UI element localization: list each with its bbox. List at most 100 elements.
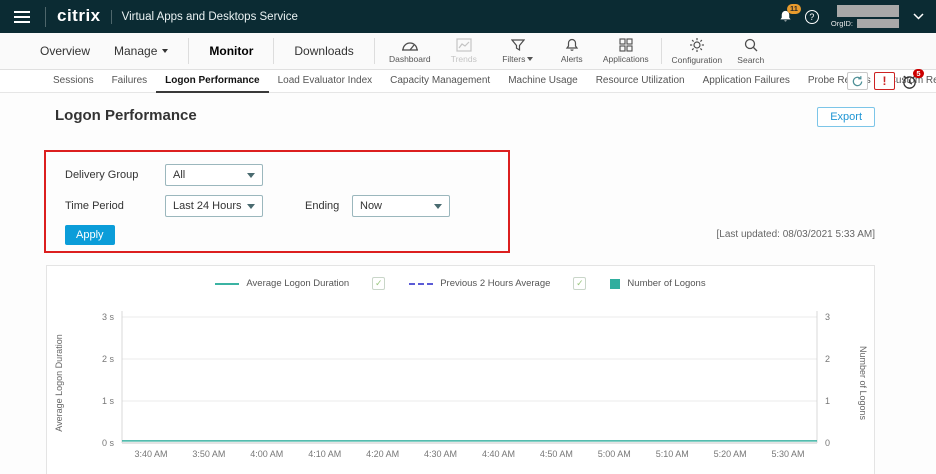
legend-item-average-logon-duration: Average Logon Duration ✓	[215, 277, 399, 290]
monitor-subnav: Sessions Failures Logon Performance Load…	[0, 70, 936, 93]
hamburger-menu-icon[interactable]	[10, 7, 34, 27]
divider	[661, 38, 662, 64]
screen: citrix Virtual Apps and Desktops Service…	[0, 0, 936, 474]
tool-applications[interactable]: Applications	[599, 38, 653, 64]
subtab-resource-utilization[interactable]: Resource Utilization	[587, 70, 694, 93]
tool-search-label: Search	[737, 55, 764, 65]
tool-alerts[interactable]: Alerts	[545, 38, 599, 64]
svg-text:5:00 AM: 5:00 AM	[598, 449, 631, 459]
redacted-org-id	[857, 19, 899, 28]
tool-filters-label: Filters	[502, 54, 525, 64]
svg-text:3: 3	[825, 312, 830, 322]
legend-item-number-of-logons: Number of Logons	[610, 278, 705, 289]
divider	[273, 38, 274, 64]
subtab-load-evaluator-index[interactable]: Load Evaluator Index	[269, 70, 382, 93]
time-period-label: Time Period	[65, 200, 124, 212]
svg-text:4:10 AM: 4:10 AM	[308, 449, 341, 459]
dashboard-gauge-icon	[401, 38, 419, 52]
export-button[interactable]: Export	[817, 107, 875, 127]
svg-text:4:30 AM: 4:30 AM	[424, 449, 457, 459]
tool-filters[interactable]: Filters	[491, 38, 545, 64]
tool-dashboard-label: Dashboard	[389, 54, 431, 64]
alarm-badge: 5	[913, 69, 924, 79]
citrix-logo: citrix	[57, 7, 101, 26]
notifications-button[interactable]: 11	[778, 9, 793, 24]
tool-configuration[interactable]: Configuration	[670, 37, 724, 65]
tab-manage-label: Manage	[114, 33, 157, 69]
svg-text:4:40 AM: 4:40 AM	[482, 449, 515, 459]
tool-search[interactable]: Search	[724, 37, 778, 65]
svg-text:2: 2	[825, 354, 830, 364]
square-swatch-icon	[610, 279, 620, 289]
refresh-icon	[851, 75, 864, 88]
tab-downloads[interactable]: Downloads	[282, 33, 365, 69]
subtab-application-failures[interactable]: Application Failures	[694, 70, 799, 93]
tab-manage[interactable]: Manage	[102, 33, 180, 69]
svg-text:5:20 AM: 5:20 AM	[714, 449, 747, 459]
tab-overview-label: Overview	[40, 33, 90, 69]
alarm-notifications-button[interactable]: 5	[901, 73, 918, 90]
svg-text:3:50 AM: 3:50 AM	[192, 449, 225, 459]
legend-item-previous-2-hours-average: Previous 2 Hours Average ✓	[409, 277, 600, 290]
account-info: OrgID:	[831, 5, 899, 28]
svg-text:2 s: 2 s	[102, 354, 115, 364]
svg-text:4:00 AM: 4:00 AM	[250, 449, 283, 459]
delivery-group-select[interactable]: All	[165, 164, 263, 186]
tab-overview[interactable]: Overview	[28, 33, 102, 69]
line-swatch-icon	[215, 283, 239, 285]
tab-monitor[interactable]: Monitor	[197, 33, 265, 69]
ending-value: Now	[360, 200, 382, 212]
ending-label: Ending	[305, 200, 339, 212]
divider	[188, 38, 189, 64]
tab-monitor-label: Monitor	[209, 33, 253, 69]
svg-text:1: 1	[825, 396, 830, 406]
notification-badge: 11	[787, 4, 801, 14]
chevron-down-icon	[247, 204, 255, 209]
divider	[45, 7, 46, 27]
previous-2-hours-average-checkbox[interactable]: ✓	[573, 277, 586, 290]
search-icon	[743, 37, 759, 53]
average-logon-duration-checkbox[interactable]: ✓	[372, 277, 385, 290]
legend-label: Previous 2 Hours Average	[440, 278, 550, 289]
svg-text:3 s: 3 s	[102, 312, 115, 322]
svg-text:5:30 AM: 5:30 AM	[772, 449, 805, 459]
subtab-logon-performance[interactable]: Logon Performance	[156, 70, 268, 93]
apply-button[interactable]: Apply	[65, 225, 115, 245]
ending-select[interactable]: Now	[352, 195, 450, 217]
delivery-group-label: Delivery Group	[65, 169, 138, 181]
tool-alerts-label: Alerts	[561, 54, 583, 64]
time-period-select[interactable]: Last 24 Hours	[165, 195, 263, 217]
chart-legend: Average Logon Duration ✓ Previous 2 Hour…	[47, 277, 874, 290]
critical-alerts-button[interactable]: !	[874, 72, 895, 90]
svg-text:5:10 AM: 5:10 AM	[656, 449, 689, 459]
logon-performance-chart: 3 s32 s21 s10 s03:40 AM3:50 AM4:00 AM4:1…	[47, 300, 874, 472]
svg-text:3:40 AM: 3:40 AM	[134, 449, 167, 459]
subtab-sessions[interactable]: Sessions	[44, 70, 103, 93]
applications-grid-icon	[619, 38, 633, 52]
svg-text:0 s: 0 s	[102, 438, 115, 448]
filter-funnel-icon	[511, 38, 525, 52]
refresh-button[interactable]	[847, 72, 868, 90]
account-menu-button[interactable]	[911, 11, 926, 22]
chevron-down-icon	[162, 49, 168, 53]
dashed-line-swatch-icon	[409, 283, 433, 285]
tool-dashboard[interactable]: Dashboard	[383, 38, 437, 64]
service-title: Virtual Apps and Desktops Service	[122, 11, 298, 23]
chevron-down-icon	[527, 57, 533, 61]
svg-text:0: 0	[825, 438, 830, 448]
content: Logon Performance Export Delivery Group …	[0, 93, 936, 474]
main-nav: Overview Manage Monitor Downloads Dashbo…	[0, 33, 936, 70]
tab-downloads-label: Downloads	[294, 33, 353, 69]
svg-text:4:50 AM: 4:50 AM	[540, 449, 573, 459]
legend-label: Number of Logons	[627, 278, 705, 289]
subtab-failures[interactable]: Failures	[103, 70, 157, 93]
trends-chart-icon	[456, 38, 472, 52]
tool-trends-label: Trends	[451, 54, 477, 64]
subtab-machine-usage[interactable]: Machine Usage	[499, 70, 586, 93]
help-button[interactable]: ?	[805, 10, 819, 24]
chevron-down-icon	[913, 13, 924, 20]
tool-trends[interactable]: Trends	[437, 38, 491, 64]
subtab-capacity-management[interactable]: Capacity Management	[381, 70, 499, 93]
chevron-down-icon	[247, 173, 255, 178]
chevron-down-icon	[434, 204, 442, 209]
